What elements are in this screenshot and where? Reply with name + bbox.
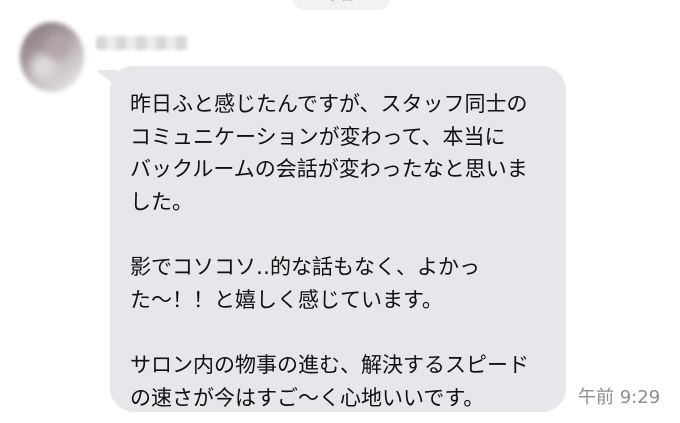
message-line: た〜！！と嬉しく感じています。	[130, 287, 443, 312]
message-line: 昨日ふと感じたんですが、スタッフ同士の	[130, 92, 528, 116]
date-separator: ブロ	[292, 0, 390, 10]
sender-name-blurred	[96, 36, 188, 50]
message-line: の速さが今はすご〜く心地いいです。	[130, 385, 485, 410]
avatar[interactable]	[20, 22, 84, 92]
message-line: コミュニケーションが変わって、本当に	[130, 124, 506, 149]
message-line: 影でコソコソ‥的な話もなく、よかっ	[130, 255, 481, 279]
message-line: した。	[130, 189, 193, 214]
message-line: サロン内の物事の進む、解決するスピード	[130, 353, 529, 377]
message-line: バックルームの会話が変わったなと思いま	[130, 157, 528, 181]
message-timestamp: 午前 9:29	[578, 387, 661, 408]
message-bubble[interactable]: 昨日ふと感じたんですが、スタッフ同士の コミュニケーションが変わって、本当に バ…	[110, 66, 566, 412]
